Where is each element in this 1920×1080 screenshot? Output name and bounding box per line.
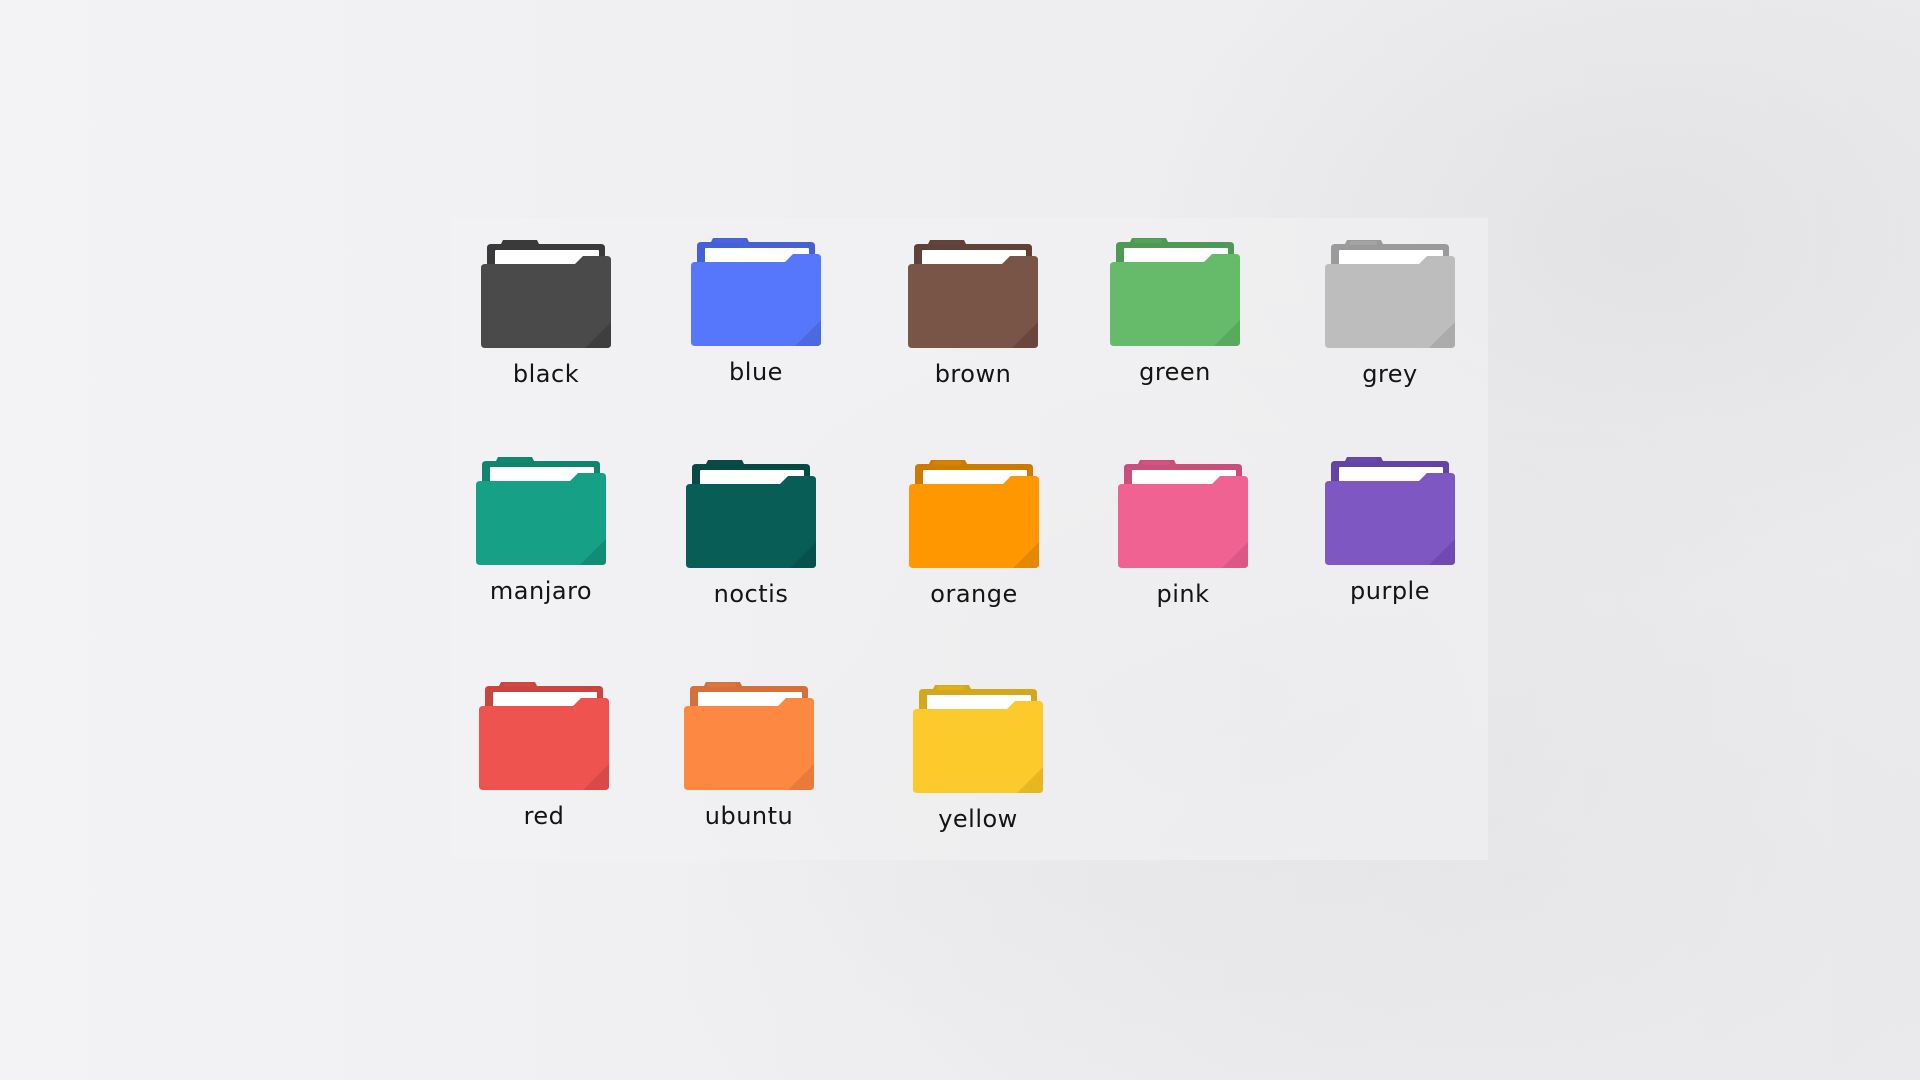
folder-item-manjaro[interactable]: manjaro: [456, 455, 626, 605]
folder-icon: [889, 458, 1059, 572]
folder-item-green[interactable]: green: [1090, 236, 1260, 386]
folder-item-blue[interactable]: blue: [671, 236, 841, 386]
folder-label: blue: [729, 358, 783, 386]
folder-item-ubuntu[interactable]: ubuntu: [664, 680, 834, 830]
folder-item-pink[interactable]: pink: [1098, 458, 1268, 608]
folder-label: grey: [1362, 360, 1418, 388]
folder-item-brown[interactable]: brown: [888, 238, 1058, 388]
folder-item-orange[interactable]: orange: [889, 458, 1059, 608]
folder-item-red[interactable]: red: [459, 680, 629, 830]
folder-icon: [893, 683, 1063, 797]
folder-item-yellow[interactable]: yellow: [893, 683, 1063, 833]
folder-label: noctis: [713, 580, 789, 608]
folder-icon: [461, 238, 631, 352]
folder-item-black[interactable]: black: [461, 238, 631, 388]
folder-item-purple[interactable]: purple: [1305, 455, 1475, 605]
folder-label: yellow: [938, 805, 1018, 833]
folder-label: brown: [934, 360, 1012, 388]
folder-icon: [664, 680, 834, 794]
folder-label: purple: [1350, 577, 1430, 605]
folder-icon: [456, 455, 626, 569]
folder-grid: black blue brown green grey manjaro noct…: [452, 218, 1488, 860]
folder-color-panel: black blue brown green grey manjaro noct…: [452, 218, 1488, 860]
folder-icon: [1090, 236, 1260, 350]
folder-label: green: [1139, 358, 1211, 386]
folder-label: manjaro: [489, 577, 593, 605]
folder-label: black: [512, 360, 580, 388]
folder-icon: [671, 236, 841, 350]
folder-label: red: [523, 802, 565, 830]
folder-item-noctis[interactable]: noctis: [666, 458, 836, 608]
folder-label: pink: [1156, 580, 1210, 608]
folder-item-grey[interactable]: grey: [1305, 238, 1475, 388]
folder-icon: [1305, 238, 1475, 352]
folder-label: ubuntu: [704, 802, 794, 830]
folder-icon: [888, 238, 1058, 352]
folder-icon: [1098, 458, 1268, 572]
folder-icon: [1305, 455, 1475, 569]
folder-label: orange: [930, 580, 1018, 608]
folder-icon: [666, 458, 836, 572]
folder-icon: [459, 680, 629, 794]
